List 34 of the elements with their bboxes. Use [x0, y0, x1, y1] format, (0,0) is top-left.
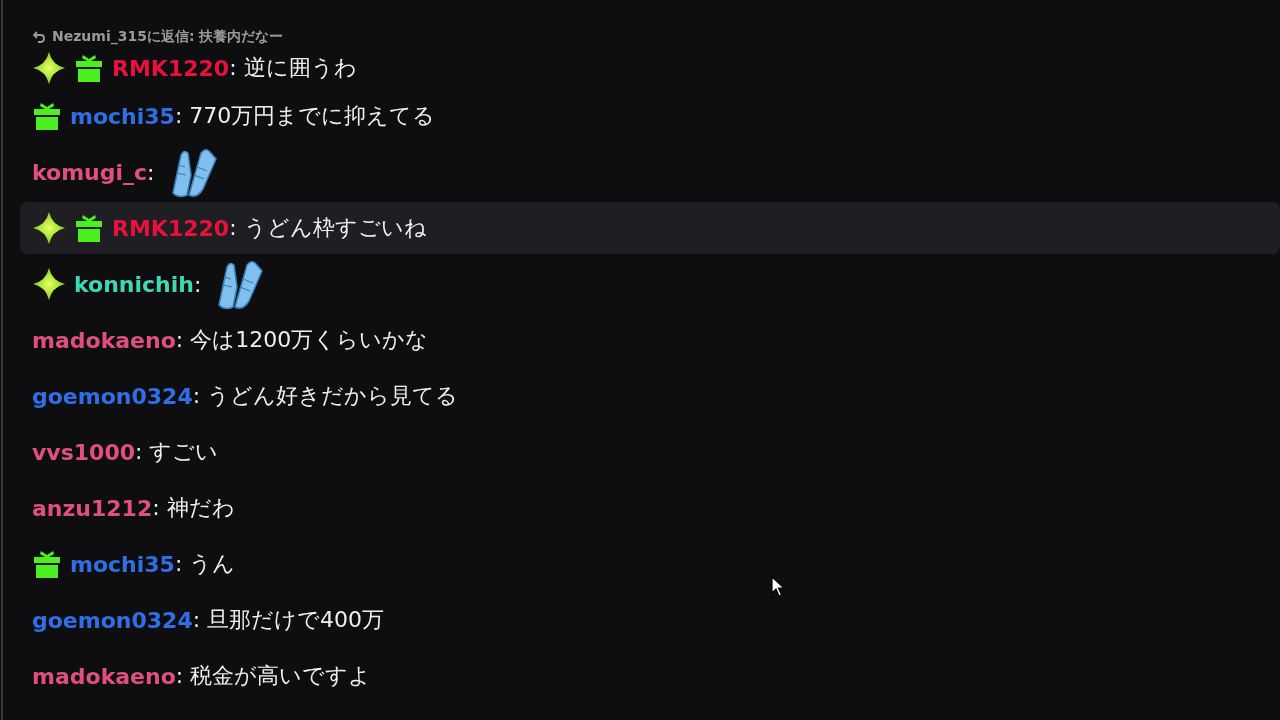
message-text: : 770万円までに抑えてる — [174, 102, 436, 130]
username[interactable]: komugi_c — [32, 159, 148, 185]
message-text: : 今は1200万くらいかな — [175, 326, 429, 354]
message-text: : — [147, 159, 155, 185]
message-text: : うん — [174, 550, 236, 578]
message-text: : 逆に囲うわ — [229, 54, 357, 82]
cursor-icon — [771, 576, 785, 598]
sparkle-icon — [32, 211, 66, 245]
sparkle-icon — [32, 267, 66, 301]
username[interactable]: konnichih — [74, 271, 194, 297]
message-text: : — [193, 271, 202, 297]
gift-icon — [74, 53, 104, 83]
username[interactable]: RMK1220 — [112, 215, 230, 241]
message-text: : 税金が高いですよ — [175, 662, 372, 690]
username[interactable]: goemon0324 — [32, 383, 193, 409]
gift-icon — [32, 101, 62, 131]
username[interactable]: madokaeno — [32, 663, 176, 689]
username[interactable]: mochi35 — [70, 551, 175, 577]
username[interactable]: madokaeno — [32, 327, 176, 353]
username[interactable]: goemon0324 — [32, 607, 193, 633]
reply-icon — [32, 30, 46, 44]
username[interactable]: anzu1212 — [32, 495, 153, 521]
gift-icon — [32, 549, 62, 579]
gift-icon — [74, 213, 104, 243]
message-text: : うどん枠すごいね — [229, 214, 427, 242]
message-text: : 旦那だけで400万 — [192, 606, 385, 634]
reply-text: Nezumi_315に返信: 扶養内だなー — [52, 28, 284, 46]
username[interactable]: RMK1220 — [112, 55, 230, 81]
username[interactable]: mochi35 — [70, 103, 175, 129]
sparkle-icon — [32, 51, 66, 85]
message-text: : うどん好きだから見てる — [192, 382, 459, 410]
message-text: : 神だわ — [152, 494, 235, 522]
username[interactable]: vvs1000 — [32, 439, 135, 465]
message-text: : すごい — [135, 438, 219, 466]
